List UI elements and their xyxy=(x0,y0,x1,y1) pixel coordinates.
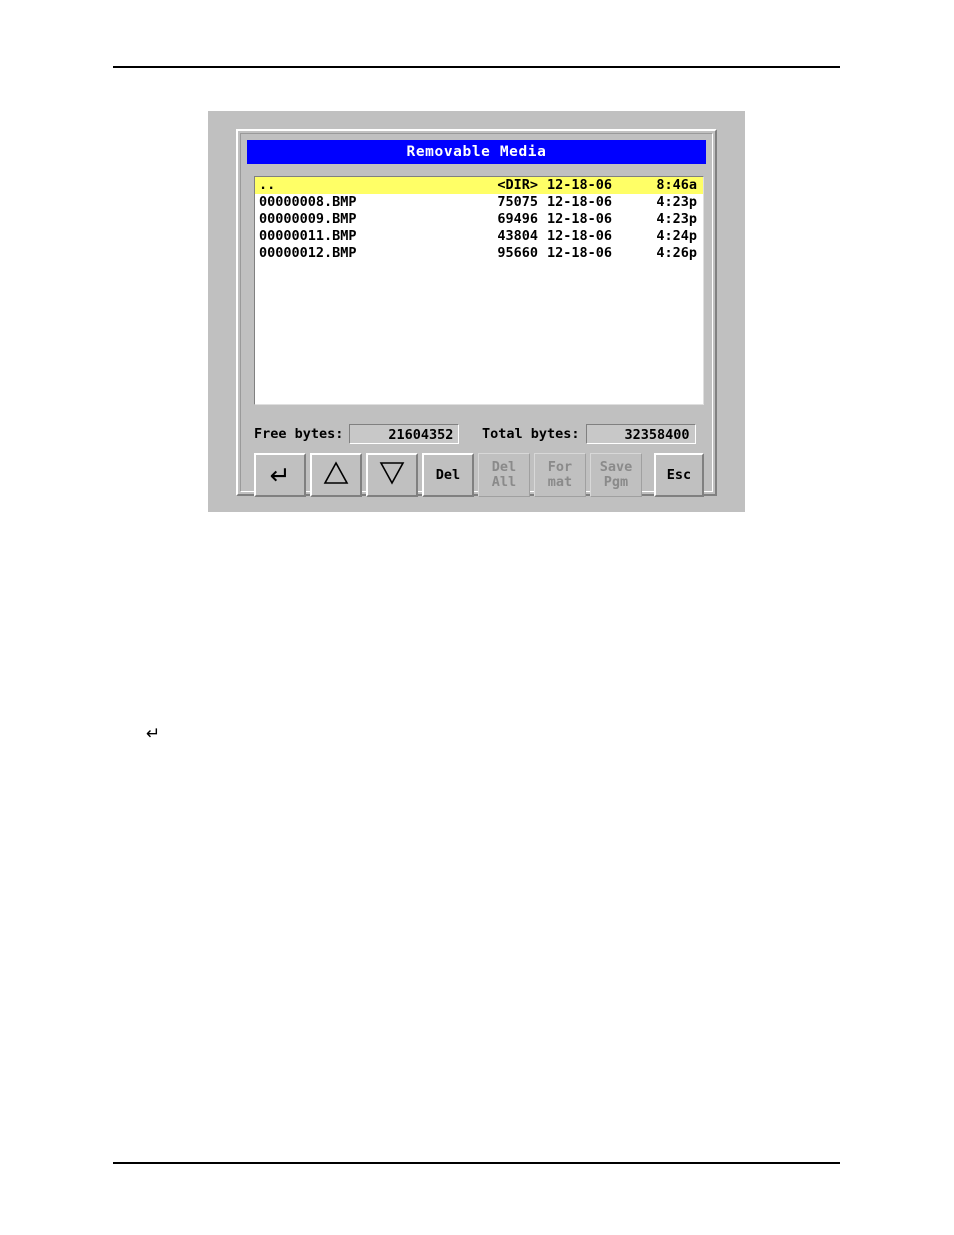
esc-button-label: Esc xyxy=(666,466,692,483)
file-list-row[interactable]: 00000008.BMP 75075 12-18-06 4:23p xyxy=(255,194,703,211)
format-button-label: mat xyxy=(547,474,573,490)
del-all-button-label: All xyxy=(491,474,517,490)
down-button[interactable] xyxy=(366,453,418,497)
file-size-cell: 95660 xyxy=(497,245,538,261)
up-button[interactable] xyxy=(310,453,362,497)
total-bytes-field: 32358400 xyxy=(585,424,696,444)
device-screenshot: Removable Media .. <DIR> 12-18-06 8:46a 0000… xyxy=(208,111,745,512)
file-time-cell: 4:23p xyxy=(656,211,697,227)
enter-button[interactable]: ↵ xyxy=(254,453,306,497)
dialog-title-bar: Removable Media xyxy=(247,140,706,164)
storage-status-row: Free bytes: 21604352 Total bytes: 323584… xyxy=(254,423,706,445)
total-bytes-label: Total bytes: xyxy=(482,426,580,442)
file-date-cell: 12-18-06 xyxy=(547,228,613,244)
del-all-button: Del All xyxy=(478,453,530,497)
file-list-row[interactable]: 00000012.BMP 95660 12-18-06 4:26p xyxy=(255,245,703,262)
dialog-title: Removable Media xyxy=(406,144,547,160)
file-list-row[interactable]: .. <DIR> 12-18-06 8:46a xyxy=(255,177,703,194)
enter-arrow-icon: ↵ xyxy=(269,460,291,490)
file-name-cell: 00000009.BMP xyxy=(259,211,357,227)
triangle-up-icon xyxy=(323,461,349,489)
format-button-label: For xyxy=(547,459,573,475)
file-size-cell: 69496 xyxy=(497,211,538,227)
file-time-cell: 4:23p xyxy=(656,194,697,210)
file-name-cell: 00000011.BMP xyxy=(259,228,357,244)
file-name-cell: 00000012.BMP xyxy=(259,245,357,261)
file-size-cell: 75075 xyxy=(497,194,538,210)
dialog-button-row: ↵ Del Del All For mat Save Pgm Esc xyxy=(254,453,706,497)
page-footer-rule xyxy=(113,1162,840,1164)
file-size-cell: <DIR> xyxy=(497,177,538,193)
save-pgm-button-label: Save xyxy=(599,459,633,475)
file-list[interactable]: .. <DIR> 12-18-06 8:46a 00000008.BMP 75075 12-… xyxy=(254,176,704,405)
free-bytes-label: Free bytes: xyxy=(254,426,344,442)
file-date-cell: 12-18-06 xyxy=(547,177,613,193)
page-header-rule xyxy=(113,66,840,68)
file-time-cell: 8:46a xyxy=(656,177,697,193)
del-button-label: Del xyxy=(435,466,461,483)
esc-button[interactable]: Esc xyxy=(654,453,704,497)
format-button: For mat xyxy=(534,453,586,497)
file-size-cell: 43804 xyxy=(497,228,538,244)
file-date-cell: 12-18-06 xyxy=(547,194,613,210)
enter-glyph-text: ↵ xyxy=(146,724,161,744)
save-pgm-button: Save Pgm xyxy=(590,453,642,497)
file-list-row[interactable]: 00000009.BMP 69496 12-18-06 4:23p xyxy=(255,211,703,228)
del-all-button-label: Del xyxy=(491,459,517,475)
free-bytes-group: Free bytes: 21604352 xyxy=(254,423,460,445)
file-date-cell: 12-18-06 xyxy=(547,211,613,227)
del-button[interactable]: Del xyxy=(422,453,474,497)
free-bytes-field: 21604352 xyxy=(349,424,460,444)
file-time-cell: 4:24p xyxy=(656,228,697,244)
triangle-down-icon xyxy=(379,461,405,489)
file-name-cell: .. xyxy=(259,177,276,193)
file-time-cell: 4:26p xyxy=(656,245,697,261)
file-name-cell: 00000008.BMP xyxy=(259,194,357,210)
file-list-row[interactable]: 00000011.BMP 43804 12-18-06 4:24p xyxy=(255,228,703,245)
total-bytes-group: Total bytes: 32358400 xyxy=(482,423,696,445)
file-date-cell: 12-18-06 xyxy=(547,245,613,261)
device-panel: Removable Media .. <DIR> 12-18-06 8:46a 0000… xyxy=(236,129,717,497)
save-pgm-button-label: Pgm xyxy=(603,474,629,490)
